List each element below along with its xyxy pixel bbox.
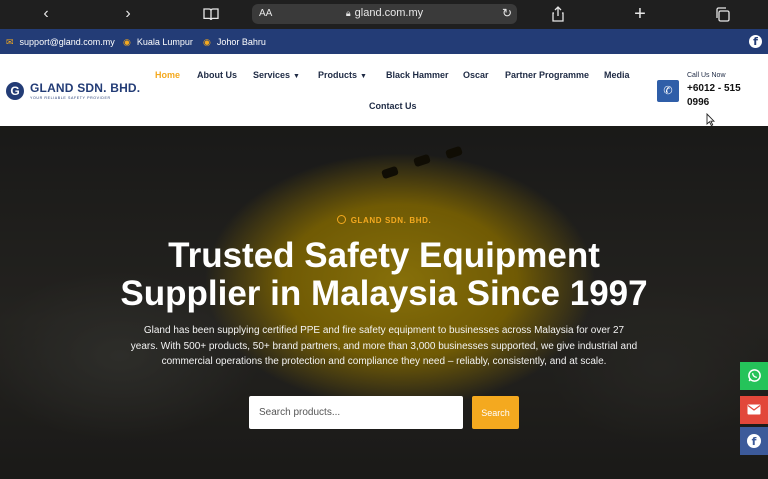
book-icon[interactable] xyxy=(201,5,221,23)
nav-item-oscar[interactable]: Oscar xyxy=(463,70,489,80)
hero-eyebrow-text: GLAND SDN. BHD. xyxy=(350,216,432,225)
caret-down-icon: ▼ xyxy=(293,73,300,80)
topbar-location-text: Johor Bahru xyxy=(216,37,266,47)
nav-item-media[interactable]: Media xyxy=(604,70,630,80)
address-bar[interactable]: AA 🔒︎ gland.com.my ↻ xyxy=(252,4,517,24)
search-button[interactable]: Search xyxy=(472,396,519,429)
whatsapp-icon[interactable] xyxy=(740,362,768,390)
topbar-email[interactable]: ✉ support@gland.com.my xyxy=(6,37,115,47)
browser-toolbar: ‹ › AA 🔒︎ gland.com.my ↻ + xyxy=(0,0,768,29)
call-label: Call Us Now xyxy=(687,72,726,79)
chevron-right-icon[interactable]: › xyxy=(118,5,138,23)
nav-item-label: Services xyxy=(253,70,291,80)
tabs-icon[interactable] xyxy=(712,5,732,23)
hero-eyebrow: GLAND SDN. BHD. xyxy=(0,215,768,225)
hero-title-line1: Trusted Safety Equipment xyxy=(168,236,600,275)
nav-item-services[interactable]: Services ▼ xyxy=(253,70,300,80)
map-pin-icon: ◉ xyxy=(203,36,211,47)
topbar-location-text: Kuala Lumpur xyxy=(136,37,193,47)
nav-item-contact-us[interactable]: Contact Us xyxy=(369,101,417,111)
facebook-icon[interactable]: f xyxy=(749,35,762,48)
url-text: gland.com.my xyxy=(354,7,424,19)
hero-description: Gland has been supplying certified PPE a… xyxy=(130,325,638,367)
product-search-input[interactable] xyxy=(249,396,463,429)
site-header: G GLAND SDN. BHD. YOUR RELIABLE SAFETY P… xyxy=(0,54,768,126)
envelope-icon: ✉ xyxy=(6,36,14,47)
reload-icon[interactable]: ↻ xyxy=(502,6,512,20)
share-icon[interactable] xyxy=(548,5,568,23)
lock-icon: 🔒︎ xyxy=(345,8,351,18)
topbar-email-text[interactable]: support@gland.com.my xyxy=(20,37,115,47)
map-pin-icon: ◉ xyxy=(123,36,131,47)
logo-name: GLAND SDN. BHD. xyxy=(30,81,141,95)
topbar-location-jb: ◉ Johor Bahru xyxy=(203,37,266,47)
hero-title-line2: Supplier in Malaysia Since 1997 xyxy=(120,274,648,313)
logo-icon: G xyxy=(6,81,24,100)
plus-icon[interactable]: + xyxy=(630,3,650,25)
hero-section: GLAND SDN. BHD. Trusted Safety Equipment… xyxy=(0,126,768,479)
nav-item-partner-programme[interactable]: Partner Programme xyxy=(505,70,589,80)
site-logo[interactable]: G GLAND SDN. BHD. YOUR RELIABLE SAFETY P… xyxy=(6,81,140,100)
hero-title: Trusted Safety Equipment Supplier in Mal… xyxy=(80,237,688,313)
chevron-left-icon[interactable]: ‹ xyxy=(36,5,56,23)
email-icon[interactable] xyxy=(740,396,768,424)
caret-down-icon: ▼ xyxy=(360,73,367,80)
nav-item-about-us[interactable]: About Us xyxy=(197,70,237,80)
circle-icon xyxy=(336,215,346,224)
nav-item-label: Products xyxy=(318,70,358,80)
nav-item-black-hammer[interactable]: Black Hammer xyxy=(386,70,449,80)
topbar-location-kl: ◉ Kuala Lumpur xyxy=(123,37,193,47)
facebook-icon[interactable]: f xyxy=(740,427,768,455)
nav-item-products[interactable]: Products ▼ xyxy=(318,70,367,80)
nav-item-home[interactable]: Home xyxy=(155,70,180,80)
contact-topbar: ✉ support@gland.com.my ◉ Kuala Lumpur ◉ … xyxy=(0,29,768,54)
logo-tagline: YOUR RELIABLE SAFETY PROVIDER xyxy=(30,96,111,100)
phone-icon[interactable]: ✆ xyxy=(657,80,679,102)
call-number[interactable]: +6012 - 515 0996 xyxy=(687,82,747,110)
